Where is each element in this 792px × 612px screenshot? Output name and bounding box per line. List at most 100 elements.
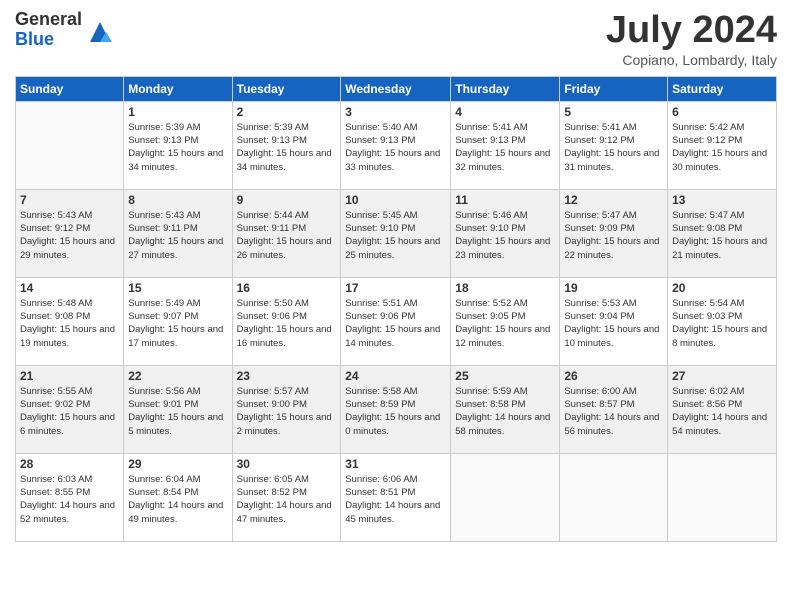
day-cell <box>668 453 777 541</box>
daylight-text: Daylight: 15 hours and 19 minutes. <box>20 324 115 348</box>
day-cell: 28Sunrise: 6:03 AMSunset: 8:55 PMDayligh… <box>16 453 124 541</box>
day-cell: 1 Sunrise: 5:39 AMSunset: 9:13 PMDaylight… <box>124 101 232 189</box>
daylight-text: Daylight: 15 hours and 17 minutes. <box>128 324 223 348</box>
sunrise-text: Sunrise: 5:39 AM <box>237 122 309 133</box>
sunrise-text: Sunrise: 5:57 AM <box>237 386 309 397</box>
sunset-text: Sunset: 9:05 PM <box>455 311 525 322</box>
day-info: Sunrise: 5:42 AMSunset: 9:12 PMDaylight:… <box>672 121 772 174</box>
daylight-text: Daylight: 15 hours and 32 minutes. <box>455 148 550 172</box>
day-number: 9 <box>237 193 337 207</box>
sunrise-text: Sunrise: 6:02 AM <box>672 386 744 397</box>
day-info: Sunrise: 5:46 AMSunset: 9:10 PMDaylight:… <box>455 209 555 262</box>
day-info: Sunrise: 5:39 AMSunset: 9:13 PMDaylight:… <box>128 121 227 174</box>
daylight-text: Daylight: 15 hours and 10 minutes. <box>564 324 659 348</box>
sunset-text: Sunset: 8:55 PM <box>20 487 90 498</box>
sunrise-text: Sunrise: 5:41 AM <box>564 122 636 133</box>
daylight-text: Daylight: 14 hours and 58 minutes. <box>455 412 550 436</box>
sunset-text: Sunset: 8:51 PM <box>345 487 415 498</box>
sunrise-text: Sunrise: 5:44 AM <box>237 210 309 221</box>
sunrise-text: Sunrise: 5:58 AM <box>345 386 417 397</box>
daylight-text: Daylight: 15 hours and 16 minutes. <box>237 324 332 348</box>
daylight-text: Daylight: 15 hours and 33 minutes. <box>345 148 440 172</box>
day-cell: 11 Sunrise: 5:46 AMSunset: 9:10 PMDayligh… <box>451 189 560 277</box>
day-cell: 14Sunrise: 5:48 AMSunset: 9:08 PMDayligh… <box>16 277 124 365</box>
daylight-text: Daylight: 14 hours and 54 minutes. <box>672 412 767 436</box>
daylight-text: Daylight: 15 hours and 12 minutes. <box>455 324 550 348</box>
day-cell: 7Sunrise: 5:43 AMSunset: 9:12 PMDaylight… <box>16 189 124 277</box>
day-info: Sunrise: 5:47 AMSunset: 9:09 PMDaylight:… <box>564 209 663 262</box>
sunrise-text: Sunrise: 5:53 AM <box>564 298 636 309</box>
day-number: 1 <box>128 105 227 119</box>
sunset-text: Sunset: 9:13 PM <box>345 135 415 146</box>
sunrise-text: Sunrise: 5:48 AM <box>20 298 92 309</box>
day-number: 20 <box>672 281 772 295</box>
day-cell: 17Sunrise: 5:51 AMSunset: 9:06 PMDayligh… <box>341 277 451 365</box>
day-cell: 27Sunrise: 6:02 AMSunset: 8:56 PMDayligh… <box>668 365 777 453</box>
day-cell: 22Sunrise: 5:56 AMSunset: 9:01 PMDayligh… <box>124 365 232 453</box>
daylight-text: Daylight: 15 hours and 29 minutes. <box>20 236 115 260</box>
day-number: 13 <box>672 193 772 207</box>
day-cell: 30Sunrise: 6:05 AMSunset: 8:52 PMDayligh… <box>232 453 341 541</box>
day-info: Sunrise: 6:04 AMSunset: 8:54 PMDaylight:… <box>128 473 227 526</box>
sunrise-text: Sunrise: 5:50 AM <box>237 298 309 309</box>
day-cell: 21Sunrise: 5:55 AMSunset: 9:02 PMDayligh… <box>16 365 124 453</box>
sunset-text: Sunset: 9:12 PM <box>564 135 634 146</box>
day-cell: 29 Sunrise: 6:04 AMSunset: 8:54 PMDayligh… <box>124 453 232 541</box>
day-cell: 15Sunrise: 5:49 AMSunset: 9:07 PMDayligh… <box>124 277 232 365</box>
sunset-text: Sunset: 9:06 PM <box>237 311 307 322</box>
logo-text: General Blue <box>15 10 82 50</box>
day-number: 10 <box>345 193 446 207</box>
sunrise-text: Sunrise: 5:52 AM <box>455 298 527 309</box>
day-cell: 25Sunrise: 5:59 AMSunset: 8:58 PMDayligh… <box>451 365 560 453</box>
daylight-text: Daylight: 14 hours and 47 minutes. <box>237 500 332 524</box>
day-number: 7 <box>20 193 119 207</box>
week-row-0: 1Sunrise: 5:39 AMSunset: 9:13 PMDaylight… <box>16 101 777 189</box>
day-info: Sunrise: 5:40 AMSunset: 9:13 PMDaylight:… <box>345 121 446 174</box>
daylight-text: Daylight: 15 hours and 2 minutes. <box>237 412 332 436</box>
sunset-text: Sunset: 8:57 PM <box>564 399 634 410</box>
day-cell <box>560 453 668 541</box>
day-number: 6 <box>672 105 772 119</box>
sunset-text: Sunset: 9:13 PM <box>455 135 525 146</box>
col-monday: Monday <box>124 76 232 101</box>
day-number: 22 <box>128 369 227 383</box>
day-info: Sunrise: 5:51 AMSunset: 9:06 PMDaylight:… <box>345 297 446 350</box>
day-number: 26 <box>564 369 663 383</box>
title-area: July 2024 Copiano, Lombardy, Italy <box>606 10 777 68</box>
col-friday: Friday <box>560 76 668 101</box>
daylight-text: Daylight: 15 hours and 25 minutes. <box>345 236 440 260</box>
sunset-text: Sunset: 8:58 PM <box>455 399 525 410</box>
logo: General Blue <box>15 10 114 50</box>
sunset-text: Sunset: 9:13 PM <box>237 135 307 146</box>
daylight-text: Daylight: 15 hours and 5 minutes. <box>128 412 223 436</box>
sunrise-text: Sunrise: 6:00 AM <box>564 386 636 397</box>
day-info: Sunrise: 6:05 AMSunset: 8:52 PMDaylight:… <box>237 473 337 526</box>
day-number: 29 <box>128 457 227 471</box>
day-cell: 6 Sunrise: 5:42 AMSunset: 9:12 PMDaylight… <box>668 101 777 189</box>
sunset-text: Sunset: 9:10 PM <box>455 223 525 234</box>
day-cell: 2Sunrise: 5:39 AMSunset: 9:13 PMDaylight… <box>232 101 341 189</box>
sunset-text: Sunset: 9:08 PM <box>672 223 742 234</box>
daylight-text: Daylight: 15 hours and 8 minutes. <box>672 324 767 348</box>
day-number: 11 <box>455 193 555 207</box>
sunrise-text: Sunrise: 5:47 AM <box>672 210 744 221</box>
daylight-text: Daylight: 15 hours and 26 minutes. <box>237 236 332 260</box>
day-number: 4 <box>455 105 555 119</box>
daylight-text: Daylight: 15 hours and 30 minutes. <box>672 148 767 172</box>
daylight-text: Daylight: 15 hours and 6 minutes. <box>20 412 115 436</box>
sunrise-text: Sunrise: 5:59 AM <box>455 386 527 397</box>
sunset-text: Sunset: 9:02 PM <box>20 399 90 410</box>
header: General Blue July 2024 Copiano, Lombardy… <box>15 10 777 68</box>
day-info: Sunrise: 6:02 AMSunset: 8:56 PMDaylight:… <box>672 385 772 438</box>
day-info: Sunrise: 6:00 AMSunset: 8:57 PMDaylight:… <box>564 385 663 438</box>
day-number: 18 <box>455 281 555 295</box>
daylight-text: Daylight: 14 hours and 52 minutes. <box>20 500 115 524</box>
sunset-text: Sunset: 9:10 PM <box>345 223 415 234</box>
day-cell: 10Sunrise: 5:45 AMSunset: 9:10 PMDayligh… <box>341 189 451 277</box>
week-row-2: 14Sunrise: 5:48 AMSunset: 9:08 PMDayligh… <box>16 277 777 365</box>
sunset-text: Sunset: 9:11 PM <box>237 223 307 234</box>
day-info: Sunrise: 5:52 AM Sunset: 9:05 PM Daylight:… <box>455 297 555 350</box>
day-info: Sunrise: 5:39 AMSunset: 9:13 PMDaylight:… <box>237 121 337 174</box>
day-info: Sunrise: 5:48 AMSunset: 9:08 PMDaylight:… <box>20 297 119 350</box>
day-cell: 3Sunrise: 5:40 AMSunset: 9:13 PMDaylight… <box>341 101 451 189</box>
